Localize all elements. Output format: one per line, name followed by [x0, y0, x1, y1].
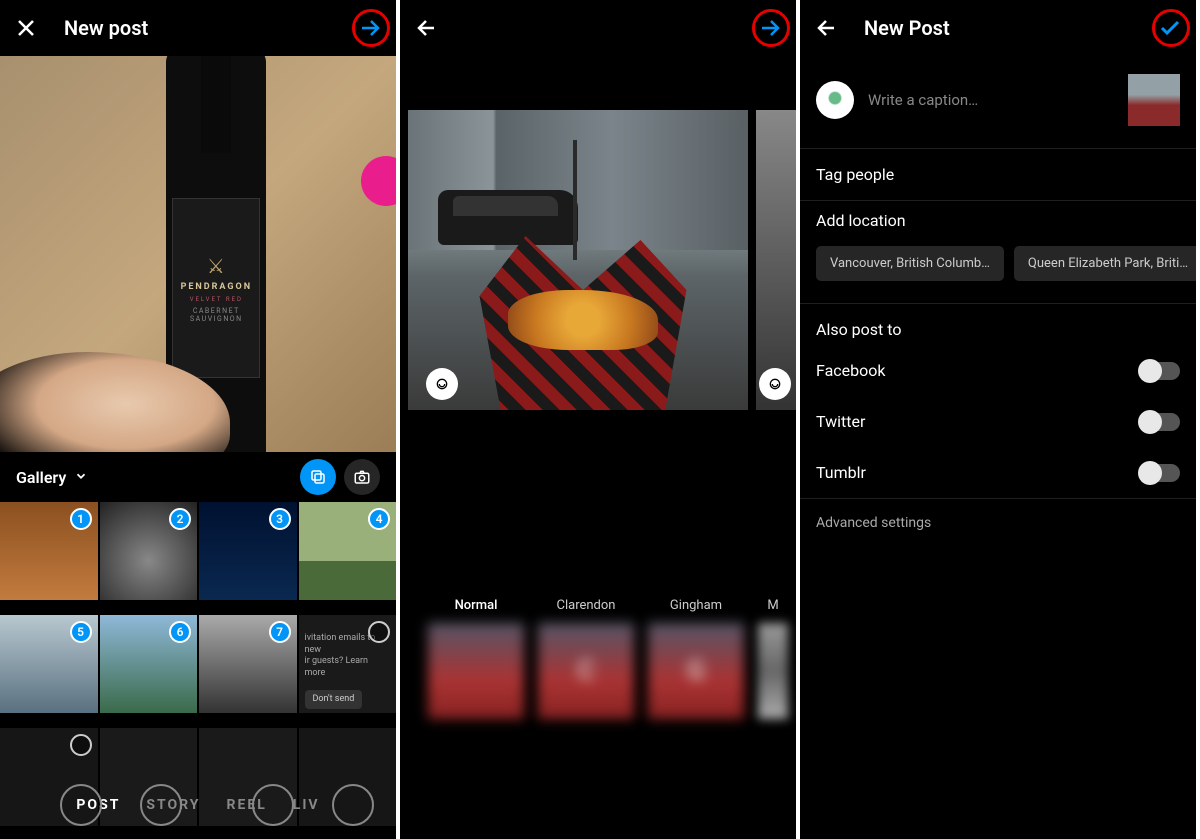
tag-people-row[interactable]: Tag people — [800, 148, 1196, 200]
also-post-to-label: Also post to — [800, 303, 1196, 345]
thumb[interactable] — [0, 728, 98, 826]
post-thumbnail[interactable] — [1128, 74, 1180, 126]
chevron-down-icon[interactable] — [74, 468, 88, 487]
location-suggestions: Vancouver, British Columb… Queen Elizabe… — [800, 236, 1196, 303]
filter-strip: Normal Clarendon C Gingham G M — [400, 598, 796, 719]
filter-gingham[interactable]: Gingham G — [648, 598, 744, 719]
page-title: New Post — [864, 16, 1132, 40]
lux-adjust-icon[interactable] — [426, 368, 458, 400]
selected-photo-preview[interactable]: ⚔ PENDRAGON VELVET RED CABERNET SAUVIGNO… — [0, 56, 396, 452]
back-arrow-icon[interactable] — [812, 14, 840, 42]
preview-image[interactable] — [408, 110, 748, 410]
thumb[interactable]: ivitation emails to new ir guests? Learn… — [299, 615, 397, 713]
thumb[interactable] — [199, 728, 297, 826]
thumb[interactable]: 5 — [0, 615, 98, 713]
back-arrow-icon[interactable] — [412, 14, 440, 42]
advanced-settings-row[interactable]: Advanced settings — [800, 498, 1196, 547]
gallery-label[interactable]: Gallery — [16, 468, 66, 487]
filter-normal[interactable]: Normal — [428, 598, 524, 719]
toggle[interactable] — [1140, 413, 1180, 431]
camera-button[interactable] — [344, 459, 380, 495]
header: New Post — [800, 0, 1196, 56]
thumb[interactable] — [100, 728, 198, 826]
thumb[interactable]: 7 — [199, 615, 297, 713]
header — [400, 0, 796, 56]
header: New post — [0, 0, 396, 56]
filter-more[interactable]: M — [758, 598, 788, 719]
share-facebook-row[interactable]: Facebook — [800, 345, 1196, 396]
caption-row: Write a caption… — [800, 56, 1196, 148]
thumb[interactable]: 1 — [0, 502, 98, 600]
add-location-row[interactable]: Add location — [800, 200, 1196, 236]
photo-grid: 1 2 3 4 5 6 7 ivitation emails to new ir… — [0, 502, 396, 839]
toggle[interactable] — [1140, 362, 1180, 380]
gallery-source-bar: Gallery — [0, 452, 396, 502]
thumb[interactable]: 2 — [100, 502, 198, 600]
confirm-check-icon[interactable] — [1156, 14, 1184, 42]
thumb[interactable]: 6 — [100, 615, 198, 713]
thumb[interactable] — [299, 728, 397, 826]
filter-clarendon[interactable]: Clarendon C — [538, 598, 634, 719]
screen-filter: Normal Clarendon C Gingham G M — [400, 0, 796, 839]
thumb[interactable]: 4 — [299, 502, 397, 600]
page-title: New post — [64, 16, 332, 40]
share-twitter-row[interactable]: Twitter — [800, 396, 1196, 447]
lux-adjust-icon[interactable] — [759, 368, 791, 400]
location-chip[interactable]: Queen Elizabeth Park, Briti… — [1014, 246, 1196, 281]
close-icon[interactable] — [12, 14, 40, 42]
next-arrow-icon[interactable] — [356, 14, 384, 42]
share-tumblr-row[interactable]: Tumblr — [800, 447, 1196, 498]
filter-preview[interactable] — [400, 62, 796, 458]
caption-input[interactable]: Write a caption… — [868, 91, 1114, 109]
sticker — [361, 156, 396, 206]
screen-share: New Post Write a caption… Tag people Add… — [800, 0, 1196, 839]
next-arrow-icon[interactable] — [756, 14, 784, 42]
thumb[interactable]: 3 — [199, 502, 297, 600]
location-chip[interactable]: Vancouver, British Columb… — [816, 246, 1004, 281]
toggle[interactable] — [1140, 464, 1180, 482]
wine-label: ⚔ PENDRAGON VELVET RED CABERNET SAUVIGNO… — [172, 198, 260, 378]
screen-select-photos: New post ⚔ PENDRAGON VELVET RED CABERNET… — [0, 0, 396, 839]
multi-select-button[interactable] — [300, 459, 336, 495]
avatar — [816, 81, 854, 119]
preview-image-next[interactable] — [756, 110, 796, 410]
